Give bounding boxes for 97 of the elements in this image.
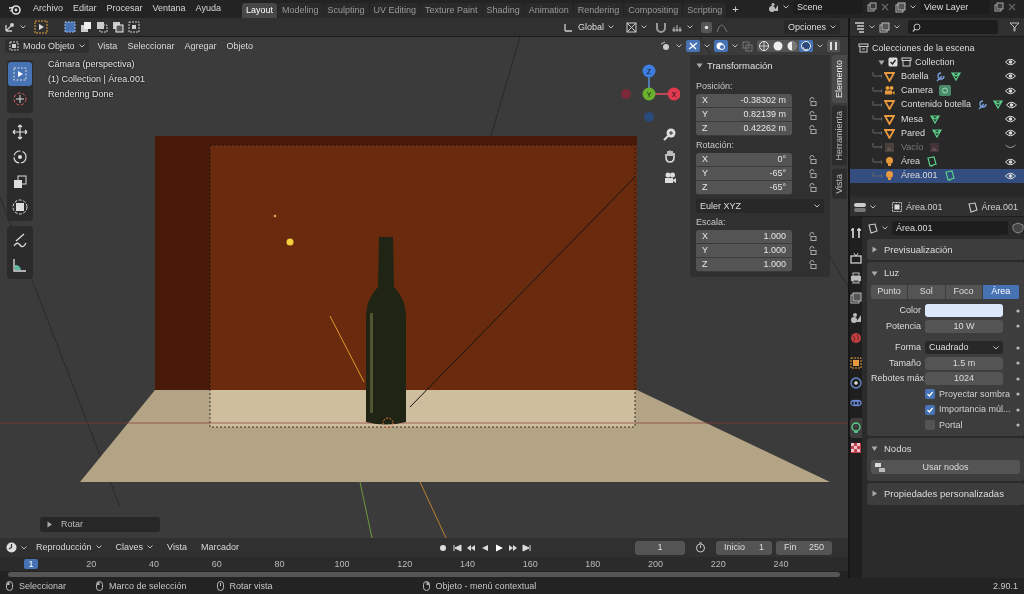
current-frame-field[interactable]: 1 (635, 540, 685, 555)
orientation-dropdown[interactable]: Global (558, 20, 618, 34)
checkbox-label: Importancia múl... (939, 404, 1012, 415)
sidebar-tab[interactable]: Elemento (832, 55, 847, 104)
frame-number: 80 (273, 558, 286, 570)
field-label: Potencia (884, 320, 921, 332)
name-field[interactable]: Área.001 (892, 221, 1008, 235)
menu-item[interactable]: Ventana (147, 3, 191, 14)
workspace-tab[interactable]: Scripting (683, 3, 727, 18)
workspace-tab[interactable]: Rendering (573, 3, 624, 18)
outliner-item[interactable]: Área (850, 154, 1024, 169)
frame-number: 140 (458, 558, 476, 570)
menu-item[interactable]: Archivo (28, 3, 68, 14)
number-field[interactable]: X -0.38302 m (696, 94, 792, 109)
field-label: Tamaño (887, 357, 921, 369)
menu-item[interactable]: Seleccionar (122, 40, 180, 52)
outliner-item[interactable]: Colecciones de la escena (850, 41, 1024, 56)
workspace-tab[interactable]: Modeling (278, 3, 323, 18)
outliner-item[interactable]: Camera (850, 83, 1024, 98)
frame-number: 120 (396, 558, 414, 570)
field-label: Rotación: (696, 139, 736, 153)
frame-number: 200 (647, 558, 665, 570)
frame-number: 160 (521, 558, 539, 570)
light-type-button[interactable]: Área (982, 284, 1019, 299)
field-label: Posición: (696, 80, 734, 94)
breadcrumb-item[interactable]: Área.001 (966, 201, 1019, 213)
status-hint: Marco de selección (109, 580, 187, 592)
outliner-item[interactable]: Mesa (850, 111, 1024, 127)
menu-item[interactable]: Procesar (101, 3, 148, 14)
last-operation-panel[interactable]: Rotar (40, 517, 160, 532)
menu-item[interactable]: Objeto (221, 40, 258, 52)
menu-item[interactable]: Marcador (195, 542, 244, 553)
workspace-tab[interactable]: Sculpting (323, 3, 369, 18)
panel-header[interactable]: Luz (871, 265, 1020, 281)
mode-dropdown[interactable]: Modo Objeto (5, 39, 89, 53)
frame-number: 20 (85, 558, 98, 570)
options-dropdown[interactable]: Opciones (783, 20, 840, 34)
start-frame-field[interactable]: Inicio 1 (716, 540, 772, 555)
number-field[interactable]: X 1.000 (696, 229, 792, 244)
sidebar-tab[interactable]: Herramienta (832, 106, 847, 166)
frame-number: 100 (333, 558, 351, 570)
rotation-mode-dropdown[interactable]: Euler XYZ (696, 199, 824, 213)
frame-number: 180 (584, 558, 602, 570)
status-hint: Rotar vista (229, 580, 273, 592)
workspace-tab[interactable]: Animation (524, 3, 573, 18)
menu-item[interactable]: Editar (68, 3, 102, 14)
end-frame-field[interactable]: Fin 250 (776, 540, 832, 555)
number-field[interactable]: 1.5 m (925, 356, 1003, 370)
menu-item[interactable]: Claves (110, 542, 159, 553)
workspace-tab[interactable]: Compositing (624, 3, 683, 18)
frame-number: 40 (148, 558, 161, 570)
viewport-info-text: (1) Collection | Área.001 (48, 73, 146, 85)
frame-number: 60 (210, 558, 223, 570)
outliner-item[interactable]: Pared (850, 126, 1024, 141)
version-text: 2.90.1 (992, 580, 1018, 592)
dropdown[interactable]: Cuadrado (925, 341, 1003, 355)
number-field[interactable]: Y 0.82139 m (696, 108, 792, 123)
use-nodes-button[interactable]: Usar nodos (871, 460, 1020, 475)
number-field[interactable]: 10 W (925, 319, 1003, 333)
number-field[interactable]: Z 0.42262 m (696, 122, 792, 137)
menu-item[interactable]: Vista (92, 40, 123, 52)
outliner-item[interactable]: Botella (850, 69, 1024, 84)
status-hint: Seleccionar (19, 580, 67, 592)
workspace-tab[interactable]: Shading (482, 3, 524, 18)
sidebar-tab[interactable]: Vista (832, 168, 847, 199)
status-hint: Objeto - menú contextual (435, 580, 537, 592)
light-type-button[interactable]: Sol (908, 284, 945, 299)
field-label: Forma (894, 342, 921, 353)
outliner-item[interactable]: Collection (850, 55, 1024, 70)
checkbox-label: Portal (939, 419, 964, 431)
workspace-tab[interactable]: Layout (241, 3, 277, 18)
outliner-item[interactable]: Contenido botella (850, 97, 1024, 112)
name-field[interactable]: View Layer (920, 0, 990, 14)
breadcrumb-item[interactable]: Área.001 (892, 201, 943, 213)
menu-item[interactable]: Reproducción (31, 542, 107, 553)
menu-item[interactable]: Vista (162, 542, 192, 553)
menu-item[interactable]: Agregar (179, 40, 222, 52)
panel-header[interactable]: Nodos (871, 440, 1020, 457)
checkbox-label: Proyectar sombra (939, 388, 1012, 400)
workspace-tab[interactable]: Texture Paint (421, 3, 482, 18)
light-type-button[interactable]: Punto (871, 284, 908, 299)
viewport-info-text: Cámara (perspectiva) (48, 59, 136, 70)
workspace-tab[interactable]: UV Editing (369, 3, 421, 18)
number-field[interactable]: X 0° (696, 153, 792, 167)
light-type-button[interactable]: Foco (945, 284, 982, 299)
number-field[interactable]: 1024 (925, 372, 1003, 386)
field-label: Escala: (696, 216, 727, 229)
panel-title: Transformación (707, 60, 773, 72)
frame-number: 220 (709, 558, 727, 570)
name-field[interactable]: Scene (793, 0, 863, 14)
field-label: Color (898, 305, 921, 316)
add-tab-button[interactable]: + (727, 4, 744, 18)
menu-item[interactable]: Ayuda (190, 3, 226, 14)
viewport-info-text: Rendering Done (48, 88, 115, 100)
frame-number: 240 (772, 558, 790, 570)
current-frame-marker[interactable]: 1 (24, 558, 38, 570)
outliner-item[interactable]: Área.001 (850, 168, 1024, 183)
